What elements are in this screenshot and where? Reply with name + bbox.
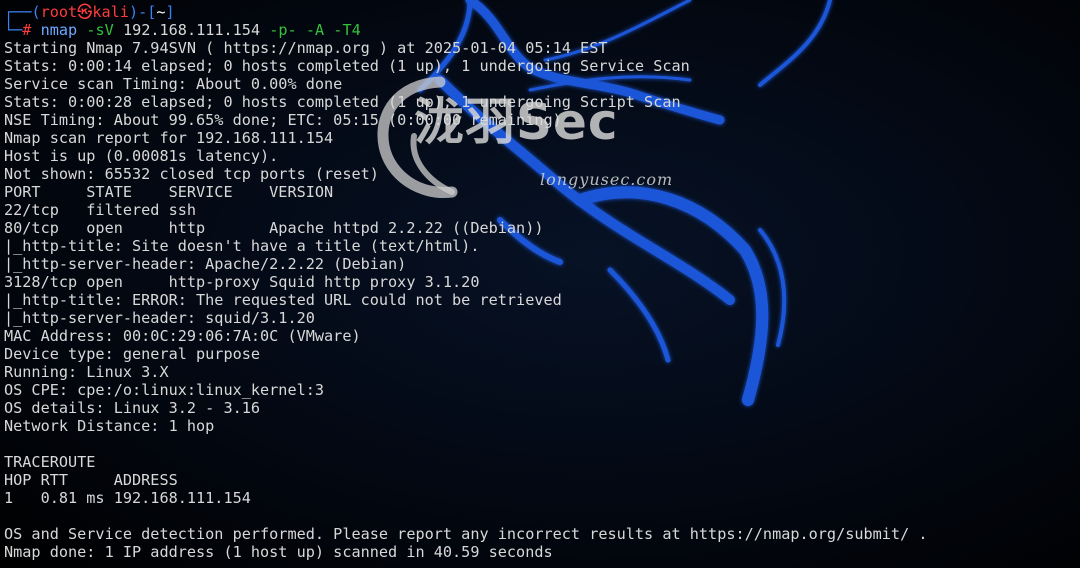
port-row: 80/tcp open http Apache httpd 2.2.22 ((D…	[4, 219, 544, 237]
port-row: 3128/tcp open http-proxy Squid http prox…	[4, 273, 480, 291]
output-line: OS CPE: cpe:/o:linux:linux_kernel:3	[4, 381, 325, 399]
output-line: Nmap done: 1 IP address (1 host up) scan…	[4, 543, 553, 561]
traceroute-header: HOP RTT ADDRESS	[4, 471, 178, 489]
output-line: Stats: 0:00:14 elapsed; 0 hosts complete…	[4, 57, 690, 75]
script-result: |_http-title: Site doesn't have a title …	[4, 237, 480, 255]
terminal-output[interactable]: ┌──(root㉿kali)-[~] └─# nmap -sV 192.168.…	[4, 3, 928, 561]
output-line: Not shown: 65532 closed tcp ports (reset…	[4, 165, 379, 183]
output-line: Nmap scan report for 192.168.111.154	[4, 129, 334, 147]
command-arg-timing: -T4	[333, 21, 361, 39]
script-result: |_http-title: ERROR: The requested URL c…	[4, 291, 562, 309]
command-target: 192.168.111.154	[122, 21, 261, 39]
prompt-header: ┌──(root㉿kali)-[~]	[4, 3, 175, 21]
output-line: OS details: Linux 3.2 - 3.16	[4, 399, 261, 417]
prompt-corner-top: ┌──	[4, 3, 32, 21]
prompt-command-line: └─# nmap -sV 192.168.111.154 -p- -A -T4	[4, 21, 928, 39]
command-arg-ports: -p-	[269, 21, 297, 39]
terminal-window[interactable]: 泷羽Sec longyusec.com ┌──(root㉿kali)-[~] └…	[0, 0, 1080, 568]
output-line: NSE Timing: About 99.65% done; ETC: 05:1…	[4, 111, 562, 129]
prompt-symbol: #	[22, 21, 32, 39]
output-line: Running: Linux 3.X	[4, 363, 169, 381]
port-row: 22/tcp filtered ssh	[4, 201, 197, 219]
command-name: nmap	[40, 21, 78, 39]
traceroute-row: 1 0.81 ms 192.168.111.154	[4, 489, 251, 507]
output-line: Network Distance: 1 hop	[4, 417, 215, 435]
skull-icon: ㉿	[77, 3, 93, 21]
command-arg-sv: -sV	[86, 21, 114, 39]
output-line: Device type: general purpose	[4, 345, 261, 363]
script-result: |_http-server-header: Apache/2.2.22 (Deb…	[4, 255, 407, 273]
prompt-user: root	[40, 3, 78, 21]
prompt-corner-bottom: └─	[4, 21, 23, 39]
prompt-host: kali	[92, 3, 129, 21]
output-line: OS and Service detection performed. Plea…	[4, 525, 928, 543]
traceroute-title: TRACEROUTE	[4, 453, 96, 471]
script-result: |_http-server-header: squid/3.1.20	[4, 309, 315, 327]
output-line: Stats: 0:00:28 elapsed; 0 hosts complete…	[4, 93, 681, 111]
output-line: Service scan Timing: About 0.00% done	[4, 75, 343, 93]
output-line: MAC Address: 00:0C:29:06:7A:0C (VMware)	[4, 327, 361, 345]
port-table-header: PORT STATE SERVICE VERSION	[4, 183, 334, 201]
command-arg-aggressive: -A	[305, 21, 325, 39]
output-line: Host is up (0.00081s latency).	[4, 147, 279, 165]
output-line: Starting Nmap 7.94SVN ( https://nmap.org…	[4, 39, 608, 57]
prompt-dir: ~	[156, 3, 166, 21]
